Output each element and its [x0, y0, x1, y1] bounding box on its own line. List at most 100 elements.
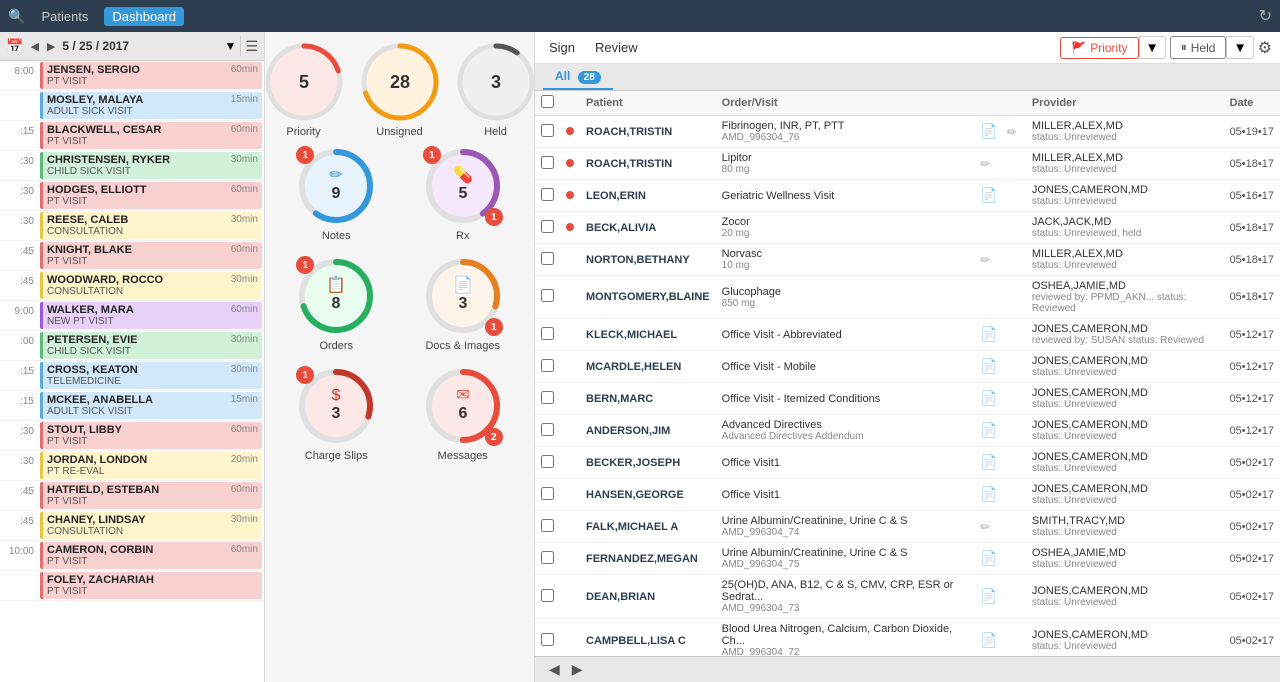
priority-button[interactable]: 🚩 Priority: [1060, 37, 1138, 59]
schedule-slot[interactable]: :45 CHANEY, LINDSAY CONSULTATION 30min: [0, 511, 264, 541]
circle-item-messages[interactable]: ✉ 6 2 Messages: [407, 366, 520, 462]
schedule-slot[interactable]: :00 PETERSEN, EVIE CHILD SICK VISIT 30mi…: [0, 331, 264, 361]
sign-button[interactable]: Sign: [543, 38, 581, 57]
circle-item-docs[interactable]: 📄 3 1 Docs & Images: [407, 256, 520, 352]
table-row[interactable]: KLECK,MICHAEL Office Visit - Abbreviated…: [535, 319, 1280, 351]
table-row[interactable]: CAMPBELL,LISA C Blood Urea Nitrogen, Cal…: [535, 619, 1280, 657]
row-checkbox[interactable]: [541, 289, 554, 302]
appointment-block[interactable]: KNIGHT, BLAKE PT VISIT 60min: [40, 242, 262, 269]
appointment-block[interactable]: HATFIELD, ESTEBAN PT VISIT 60min: [40, 482, 262, 509]
row-checkbox[interactable]: [541, 156, 554, 169]
schedule-slot[interactable]: :15 BLACKWELL, CESAR PT VISIT 60min: [0, 121, 264, 151]
circle-item-held[interactable]: 3 Held: [456, 42, 536, 138]
appointment-block[interactable]: WALKER, MARA NEW PT VISIT 60min: [40, 302, 262, 329]
nav-next-button[interactable]: ▶: [566, 659, 589, 680]
held-dropdown-button[interactable]: ▼: [1226, 36, 1253, 59]
schedule-slot[interactable]: 8:00 JENSEN, SERGIO PT VISIT 60min: [0, 61, 264, 91]
schedule-slot[interactable]: 10:00 CAMERON, CORBIN PT VISIT 60min: [0, 541, 264, 571]
doc-icon-button[interactable]: 📄: [977, 389, 1000, 408]
circle-item-rx[interactable]: 💊 5 11 Rx: [407, 146, 520, 242]
appointment-block[interactable]: CHANEY, LINDSAY CONSULTATION 30min: [40, 512, 262, 539]
circle-item-priority[interactable]: 5 Priority: [265, 42, 344, 138]
appointment-block[interactable]: CAMERON, CORBIN PT VISIT 60min: [40, 542, 262, 569]
dashboard-nav-button[interactable]: Dashboard: [104, 7, 184, 26]
table-row[interactable]: MCARDLE,HELEN Office Visit - Mobile 📄 JO…: [535, 351, 1280, 383]
appointment-block[interactable]: CROSS, KEATON TELEMEDICINE 30min: [40, 362, 262, 389]
doc-icon-button[interactable]: 📄: [977, 485, 1000, 504]
schedule-slot[interactable]: FOLEY, ZACHARIAH PT VISIT: [0, 571, 264, 601]
row-checkbox[interactable]: [541, 487, 554, 500]
schedule-slot[interactable]: :30 STOUT, LIBBY PT VISIT 60min: [0, 421, 264, 451]
refresh-icon[interactable]: ↻: [1259, 6, 1272, 26]
row-checkbox[interactable]: [541, 220, 554, 233]
row-checkbox[interactable]: [541, 551, 554, 564]
held-button[interactable]: ⏸ Held: [1170, 36, 1227, 59]
circle-item-notes[interactable]: ✏ 9 1 Notes: [280, 146, 393, 242]
doc-icon-button[interactable]: 📄: [977, 453, 1000, 472]
table-row[interactable]: HANSEN,GEORGE Office Visit1 📄 JONES,CAME…: [535, 479, 1280, 511]
doc-icon-button[interactable]: 📄: [977, 421, 1000, 440]
row-checkbox[interactable]: [541, 124, 554, 137]
schedule-menu-icon[interactable]: ☰: [245, 38, 258, 55]
schedule-slot[interactable]: :15 MCKEE, ANABELLA ADULT SICK VISIT 15m…: [0, 391, 264, 421]
prev-date-button[interactable]: ◀: [27, 39, 41, 54]
appointment-block[interactable]: JORDAN, LONDON PT RE-EVAL 20min: [40, 452, 262, 479]
appointment-block[interactable]: REESE, CALEB CONSULTATION 30min: [40, 212, 262, 239]
schedule-slot[interactable]: :30 HODGES, ELLIOTT PT VISIT 60min: [0, 181, 264, 211]
table-row[interactable]: BECKER,JOSEPH Office Visit1 📄 JONES,CAME…: [535, 447, 1280, 479]
table-row[interactable]: ANDERSON,JIM Advanced Directives Advance…: [535, 415, 1280, 447]
appointment-block[interactable]: HODGES, ELLIOTT PT VISIT 60min: [40, 182, 262, 209]
doc-icon-button[interactable]: 📄: [977, 587, 1000, 606]
doc-icon-button[interactable]: 📄: [977, 325, 1000, 344]
schedule-slot[interactable]: :45 WOODWARD, ROCCO CONSULTATION 30min: [0, 271, 264, 301]
doc-icon-button[interactable]: 📄: [977, 122, 1000, 141]
table-row[interactable]: MONTGOMERY,BLAINE Glucophage 850 mg OSHE…: [535, 276, 1280, 319]
doc-icon-button[interactable]: 📄: [977, 186, 1000, 205]
edit-icon-button[interactable]: ✏: [977, 156, 993, 172]
circle-item-unsigned[interactable]: 28 Unsigned: [360, 42, 440, 138]
row-checkbox[interactable]: [541, 423, 554, 436]
schedule-slot[interactable]: :15 CROSS, KEATON TELEMEDICINE 30min: [0, 361, 264, 391]
appointment-block[interactable]: JENSEN, SERGIO PT VISIT 60min: [40, 62, 262, 89]
schedule-slot[interactable]: MOSLEY, MALAYA ADULT SICK VISIT 15min: [0, 91, 264, 121]
circle-item-orders[interactable]: 📋 8 1 Orders: [280, 256, 393, 352]
row-checkbox[interactable]: [541, 589, 554, 602]
table-row[interactable]: FERNANDEZ,MEGAN Urine Albumin/Creatinine…: [535, 543, 1280, 575]
schedule-slot[interactable]: :30 REESE, CALEB CONSULTATION 30min: [0, 211, 264, 241]
next-date-button[interactable]: ▶: [44, 39, 58, 54]
right-filter-button[interactable]: ⚙: [1258, 38, 1272, 58]
row-checkbox[interactable]: [541, 455, 554, 468]
doc-icon-button[interactable]: 📄: [977, 631, 1000, 650]
schedule-slot[interactable]: 9:00 WALKER, MARA NEW PT VISIT 60min: [0, 301, 264, 331]
appointment-block[interactable]: STOUT, LIBBY PT VISIT 60min: [40, 422, 262, 449]
appointment-block[interactable]: MOSLEY, MALAYA ADULT SICK VISIT 15min: [40, 92, 262, 119]
row-checkbox[interactable]: [541, 519, 554, 532]
appointment-block[interactable]: CHRISTENSEN, RYKER CHILD SICK VISIT 30mi…: [40, 152, 262, 179]
table-row[interactable]: DEAN,BRIAN 25(OH)D, ANA, B12, C & S, CMV…: [535, 575, 1280, 619]
schedule-filter-icon[interactable]: ▼: [225, 39, 237, 53]
row-checkbox[interactable]: [541, 391, 554, 404]
search-icon[interactable]: 🔍: [8, 8, 25, 25]
row-checkbox[interactable]: [541, 188, 554, 201]
select-all-checkbox[interactable]: [541, 95, 554, 108]
appointment-block[interactable]: WOODWARD, ROCCO CONSULTATION 30min: [40, 272, 262, 299]
appointment-block[interactable]: MCKEE, ANABELLA ADULT SICK VISIT 15min: [40, 392, 262, 419]
edit-icon-button[interactable]: ✏: [977, 252, 993, 268]
appointment-block[interactable]: PETERSEN, EVIE CHILD SICK VISIT 30min: [40, 332, 262, 359]
tab-all[interactable]: All 28: [543, 64, 613, 90]
table-row[interactable]: FALK,MICHAEL A Urine Albumin/Creatinine,…: [535, 511, 1280, 543]
appointment-block[interactable]: FOLEY, ZACHARIAH PT VISIT: [40, 572, 262, 599]
edit-icon-button[interactable]: ✏: [977, 519, 993, 535]
table-row[interactable]: NORTON,BETHANY Norvasc 10 mg ✏ MILLER,AL…: [535, 244, 1280, 276]
row-checkbox[interactable]: [541, 252, 554, 265]
row-checkbox[interactable]: [541, 327, 554, 340]
doc-icon-button[interactable]: 📄: [977, 357, 1000, 376]
edit-icon-button[interactable]: ✏: [1004, 124, 1020, 140]
table-row[interactable]: ROACH,TRISTIN Lipitor 80 mg ✏ MILLER,ALE…: [535, 148, 1280, 180]
schedule-slot[interactable]: :45 HATFIELD, ESTEBAN PT VISIT 60min: [0, 481, 264, 511]
nav-prev-button[interactable]: ◀: [543, 659, 566, 680]
table-row[interactable]: LEON,ERIN Geriatric Wellness Visit 📄 JON…: [535, 180, 1280, 212]
review-button[interactable]: Review: [589, 38, 644, 57]
table-row[interactable]: ROACH,TRISTIN Fibrinogen, INR, PT, PTT A…: [535, 116, 1280, 148]
schedule-slot[interactable]: :30 JORDAN, LONDON PT RE-EVAL 20min: [0, 451, 264, 481]
